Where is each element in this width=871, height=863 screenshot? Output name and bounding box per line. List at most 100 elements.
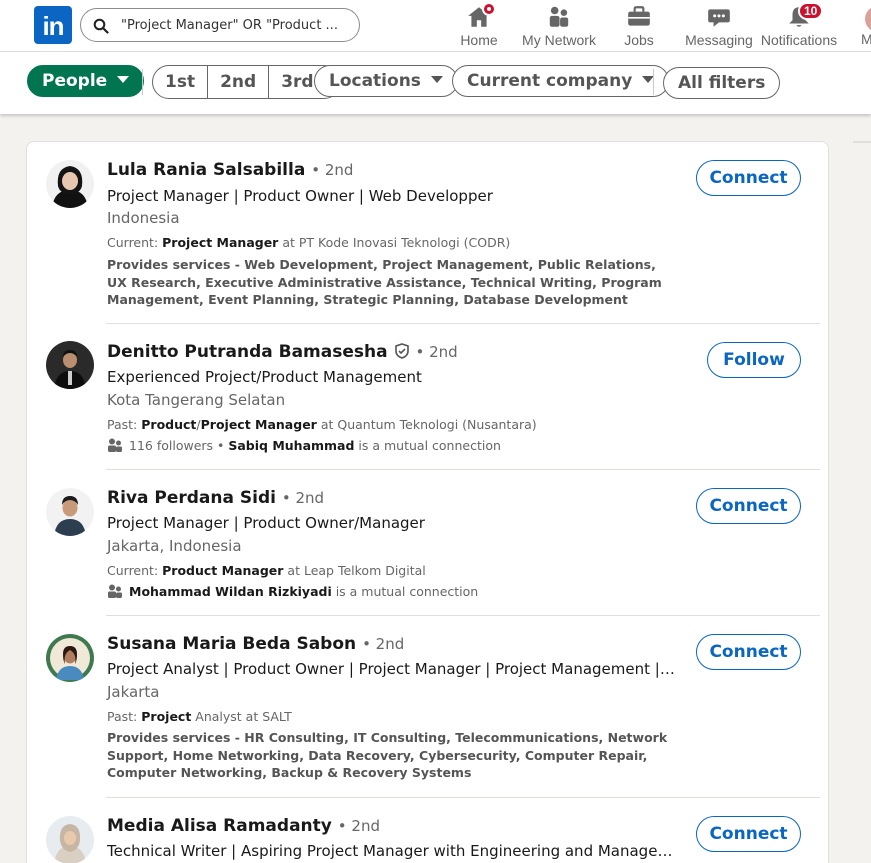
profile-name[interactable]: Susana Maria Beda Sabon [107, 634, 356, 654]
profile-name[interactable]: Media Alisa Ramadanty [107, 816, 332, 836]
profile-avatar[interactable] [46, 160, 94, 208]
mutual-connection-name: Sabiq Muhammad [228, 438, 355, 453]
verified-shield-icon [394, 343, 409, 359]
profile-name-link[interactable]: Denitto Putranda Bamasesha • 2nd [107, 342, 458, 362]
mutual-connections-icon [108, 438, 122, 452]
current-position: Current: Project Manager at PT Kode Inov… [107, 235, 510, 250]
profile-avatar[interactable] [46, 816, 94, 863]
profile-avatar[interactable] [46, 341, 94, 389]
position-prefix: Past: [107, 709, 142, 724]
position-company: at Leap Telkom Digital [283, 563, 426, 578]
profile-avatar[interactable] [46, 634, 94, 682]
briefcase-icon [628, 6, 650, 26]
connect-button[interactable]: Connect [696, 160, 801, 196]
profile-avatar[interactable] [46, 488, 94, 536]
nav-jobs[interactable]: Jobs [612, 0, 666, 52]
avatar-photo [46, 634, 94, 682]
nav-me-label[interactable]: M [861, 31, 871, 47]
connection-degree: • 2nd [281, 489, 325, 507]
mutual-connection-info[interactable]: 116 followers • Sabiq Muhammad is a mutu… [107, 438, 501, 453]
locations-filter-label: Locations [329, 71, 421, 91]
people-filter-label: People [42, 71, 108, 91]
profile-name-link[interactable]: Lula Rania Salsabilla • 2nd [107, 160, 353, 180]
mutual-connection-info[interactable]: Mohammad Wildan Rizkiyadi is a mutual co… [107, 584, 478, 599]
filter-divider [653, 69, 654, 95]
nav-label: Home [460, 32, 498, 48]
connection-degree: • 2nd [415, 343, 458, 361]
connect-button[interactable]: Connect [696, 488, 801, 524]
position-prefix: Current: [107, 563, 163, 578]
position-prefix: Current: [107, 235, 163, 250]
people-filter-button[interactable]: People [27, 65, 145, 97]
avatar-photo [46, 488, 94, 536]
linkedin-logo[interactable]: in [34, 6, 72, 44]
notification-count-badge: 10 [798, 2, 824, 20]
connection-degree-filter: 1st 2nd 3rd+ [152, 65, 341, 99]
provided-services: Provides services - Web Development, Pro… [107, 257, 662, 307]
nav-notifications[interactable]: 10 Notifications [758, 0, 840, 52]
search-input[interactable] [121, 9, 351, 41]
profile-location: Jakarta [107, 683, 160, 701]
mutual-connection-text: is a mutual connection [354, 438, 501, 453]
position-company: at Quantum Teknologi (Nusantara) [316, 417, 537, 432]
position-prefix: Past: [107, 417, 142, 432]
profile-headline: Project Analyst | Product Owner | Projec… [107, 660, 677, 678]
people-icon [549, 6, 569, 27]
search-bar[interactable] [80, 8, 360, 42]
caret-down-icon [430, 75, 443, 83]
profile-headline: Technical Writer | Aspiring Project Mana… [107, 842, 673, 860]
profile-headline: Project Manager | Product Owner/Manager [107, 514, 425, 532]
profile-name[interactable]: Lula Rania Salsabilla [107, 160, 305, 180]
connection-degree: • 2nd [311, 161, 354, 179]
search-result-item: Susana Maria Beda Sabon • 2nd Project An… [27, 616, 830, 798]
follow-button[interactable]: Follow [707, 342, 801, 378]
profile-location: Indonesia [107, 209, 180, 227]
profile-name[interactable]: Riva Perdana Sidi [107, 488, 276, 508]
nav-label: Messaging [685, 32, 753, 48]
past-position: Past: Project Analyst at SALT [107, 709, 292, 724]
profile-name-link[interactable]: Riva Perdana Sidi • 2nd [107, 488, 324, 508]
right-rail-edge [853, 141, 871, 143]
connect-button[interactable]: Connect [696, 816, 801, 852]
notification-dot [482, 2, 496, 16]
position-title: Project [141, 709, 192, 724]
profile-name-link[interactable]: Media Alisa Ramadanty • 2nd [107, 816, 380, 836]
nav-home[interactable]: Home [450, 0, 508, 52]
degree-1st-button[interactable]: 1st [153, 66, 209, 98]
search-filter-bar: People 1st 2nd 3rd+ Locations Current co… [0, 52, 871, 114]
connect-button[interactable]: Connect [696, 634, 801, 670]
nav-label: Notifications [760, 32, 838, 48]
follower-count: 116 followers • [129, 438, 229, 453]
locations-filter-button[interactable]: Locations [314, 65, 458, 97]
profile-location: Kota Tangerang Selatan [107, 391, 286, 409]
nav-label: Jobs [624, 32, 654, 48]
position-title: Project Manager [162, 235, 279, 250]
nav-messaging[interactable]: Messaging [684, 0, 754, 52]
avatar-photo [46, 160, 94, 208]
degree-2nd-button[interactable]: 2nd [208, 66, 270, 98]
position-title: Project Manager [200, 417, 317, 432]
caret-down-icon [117, 75, 130, 83]
search-result-item: Riva Perdana Sidi • 2nd Project Manager … [27, 470, 830, 616]
past-position: Past: Product/Project Manager at Quantum… [107, 417, 537, 432]
profile-headline: Project Manager | Product Owner | Web De… [107, 187, 493, 205]
connection-degree: • 2nd [362, 635, 405, 653]
search-result-item: Lula Rania Salsabilla • 2nd Project Mana… [27, 142, 830, 324]
mutual-connection-name: Mohammad Wildan Rizkiyadi [129, 584, 332, 599]
position-company: Analyst at SALT [191, 709, 292, 724]
nav-label: My Network [522, 32, 596, 48]
search-results-card: Lula Rania Salsabilla • 2nd Project Mana… [26, 141, 829, 863]
nav-my-network[interactable]: My Network [518, 0, 600, 52]
current-company-filter-button[interactable]: Current company [452, 65, 670, 97]
current-position: Current: Product Manager at Leap Telkom … [107, 563, 426, 578]
filter-divider [142, 69, 143, 95]
me-avatar[interactable] [865, 6, 871, 32]
connection-degree: • 2nd [337, 817, 380, 835]
profile-location: Jakarta, Indonesia [107, 537, 242, 555]
mutual-connections-icon [108, 584, 122, 598]
messaging-icon [708, 9, 730, 27]
profile-name[interactable]: Denitto Putranda Bamasesha [107, 342, 388, 362]
all-filters-label: All filters [678, 73, 766, 93]
profile-name-link[interactable]: Susana Maria Beda Sabon • 2nd [107, 634, 404, 654]
all-filters-button[interactable]: All filters [663, 67, 781, 99]
